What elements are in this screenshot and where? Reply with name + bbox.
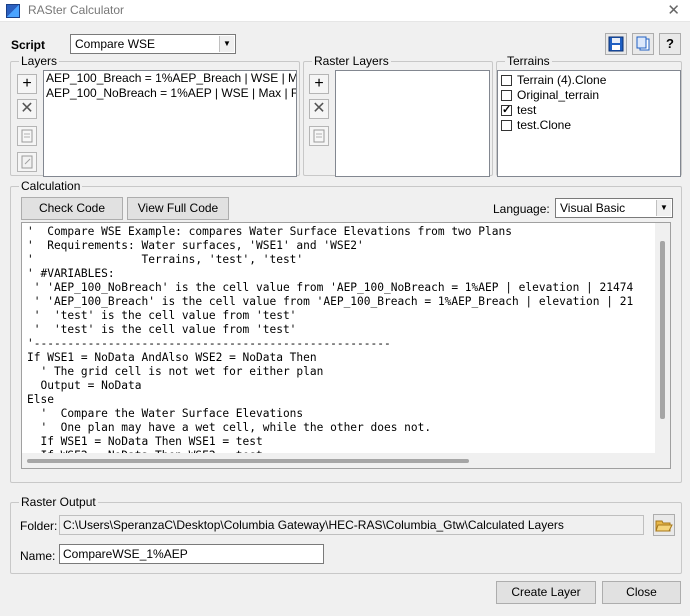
layers-list[interactable]: AEP_100_Breach = 1%AEP_Breach | WSE | Ma… (43, 70, 297, 177)
list-item[interactable]: AEP_100_NoBreach = 1%AEP | WSE | Max | F… (44, 86, 296, 101)
calculation-title: Calculation (19, 179, 83, 193)
terrain-checkbox[interactable] (501, 75, 512, 86)
code-line[interactable]: ' Requirements: Water surfaces, 'WSE1' a… (27, 239, 655, 253)
check-code-button[interactable]: Check Code (21, 197, 123, 220)
help-button[interactable]: ? (659, 33, 681, 55)
code-line[interactable]: Output = NoData (27, 379, 655, 393)
floppy-disk-icon (608, 36, 624, 52)
terrain-label: test.Clone (517, 118, 572, 132)
code-line[interactable]: ' 'test' is the cell value from 'test' (27, 309, 655, 323)
script-label: Script (11, 38, 46, 52)
code-line[interactable]: ' The grid cell is not wet for either pl… (27, 365, 655, 379)
document-icon (313, 129, 325, 143)
raster-layers-title: Raster Layers (312, 54, 391, 68)
remove-layer-button[interactable]: ✕ (17, 99, 37, 119)
code-line[interactable]: '---------------------------------------… (27, 337, 655, 351)
terrain-label: test (517, 103, 537, 117)
export-layer-button[interactable] (17, 152, 37, 172)
raster-layers-list[interactable] (335, 70, 490, 177)
vertical-scrollbar[interactable] (655, 223, 670, 455)
copy-script-button[interactable] (632, 33, 654, 55)
code-line[interactable]: ' One plan may have a wet cell, while th… (27, 421, 655, 435)
code-lines[interactable]: ' Compare WSE Example: compares Water Su… (27, 225, 655, 463)
document-icon (21, 129, 33, 143)
terrain-item[interactable]: Terrain (4).Clone (498, 73, 680, 88)
close-button[interactable]: Close (602, 581, 681, 604)
terrains-list[interactable]: Terrain (4).Clone Original_terrain test … (497, 70, 681, 177)
window-title: RASter Calculator (28, 3, 125, 17)
terrain-item[interactable]: test.Clone (498, 118, 680, 133)
raster-output-title: Raster Output (19, 495, 98, 509)
code-line[interactable]: ' Compare the Water Surface Elevations (27, 407, 655, 421)
code-line[interactable]: If WSE1 = NoData Then WSE1 = test (27, 435, 655, 449)
view-full-code-button[interactable]: View Full Code (127, 197, 229, 220)
edit-layer-button[interactable] (17, 126, 37, 146)
code-line[interactable]: Else (27, 393, 655, 407)
language-select-value: Visual Basic (560, 201, 626, 215)
language-select[interactable]: Visual Basic ▼ (555, 198, 673, 218)
script-select[interactable]: Compare WSE ▼ (70, 34, 236, 54)
add-raster-layer-button[interactable]: + (309, 74, 329, 94)
chevron-down-icon[interactable]: ▼ (219, 36, 234, 52)
name-input[interactable]: CompareWSE_1%AEP (59, 544, 324, 564)
terrain-checkbox[interactable] (501, 103, 512, 118)
terrain-item[interactable]: Original_terrain (498, 88, 680, 103)
app-icon (6, 4, 20, 18)
terrain-item[interactable]: test (498, 103, 680, 118)
folder-path-field[interactable]: C:\Users\SperanzaC\Desktop\Columbia Gate… (59, 515, 644, 535)
code-line[interactable]: ' Compare WSE Example: compares Water Su… (27, 225, 655, 239)
horizontal-scroll-thumb[interactable] (27, 459, 469, 463)
terrain-label: Terrain (4).Clone (517, 73, 607, 87)
folder-open-icon (655, 520, 673, 532)
terrain-label: Original_terrain (517, 88, 600, 102)
browse-folder-button[interactable] (653, 514, 675, 536)
create-layer-button[interactable]: Create Layer (496, 581, 596, 604)
terrains-title: Terrains (505, 54, 552, 68)
chevron-down-icon[interactable]: ▼ (656, 200, 671, 216)
script-select-value: Compare WSE (75, 37, 156, 51)
code-line[interactable]: If WSE1 = NoData AndAlso WSE2 = NoData T… (27, 351, 655, 365)
add-layer-button[interactable]: + (17, 74, 37, 94)
save-script-button[interactable] (605, 33, 627, 55)
layers-title: Layers (19, 54, 60, 68)
code-line[interactable]: ' Terrains, 'test', 'test' (27, 253, 655, 267)
export-icon (21, 155, 33, 169)
edit-raster-layer-button[interactable] (309, 126, 329, 146)
close-window-icon[interactable]: ✕ (667, 1, 680, 19)
copy-script-icon (636, 36, 650, 51)
list-item[interactable]: AEP_100_Breach = 1%AEP_Breach | WSE | Ma… (44, 71, 296, 86)
language-label: Language: (493, 202, 550, 216)
code-line[interactable]: ' 'test' is the cell value from 'test' (27, 323, 655, 337)
code-line[interactable]: ' #VARIABLES: (27, 267, 655, 281)
code-editor[interactable]: ' Compare WSE Example: compares Water Su… (21, 222, 671, 469)
title-bar: RASter Calculator ✕ (0, 0, 690, 22)
code-line[interactable]: ' 'AEP_100_NoBreach' is the cell value f… (27, 281, 655, 295)
folder-label: Folder: (20, 519, 58, 533)
code-line[interactable]: ' 'AEP_100_Breach' is the cell value fro… (27, 295, 655, 309)
horizontal-scrollbar[interactable] (22, 453, 670, 468)
vertical-scroll-thumb[interactable] (660, 241, 665, 419)
remove-raster-layer-button[interactable]: ✕ (309, 99, 329, 119)
terrain-checkbox[interactable] (501, 90, 512, 101)
terrain-checkbox[interactable] (501, 120, 512, 131)
name-label: Name: (20, 549, 56, 563)
